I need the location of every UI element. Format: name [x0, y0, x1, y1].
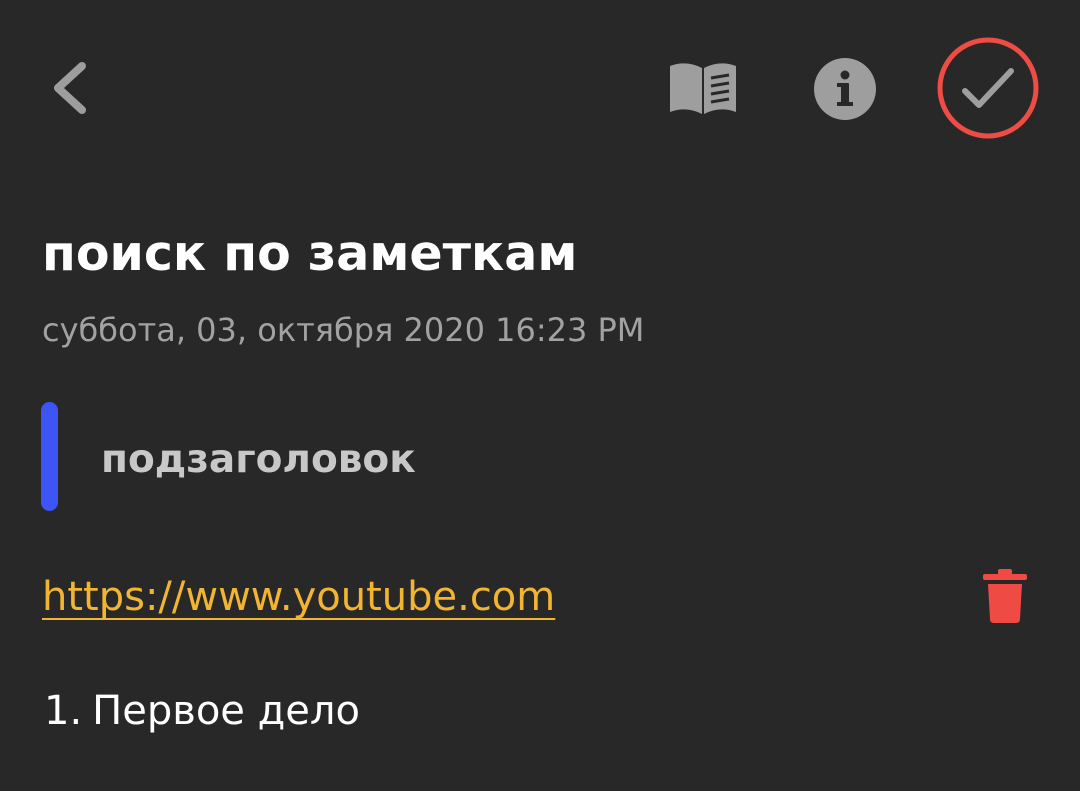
info-icon — [814, 58, 876, 120]
list-item-text: Первое дело — [92, 688, 360, 734]
reader-mode-button[interactable] — [664, 58, 740, 122]
done-button[interactable] — [936, 36, 1040, 140]
back-arrow-icon — [54, 62, 86, 114]
back-button[interactable] — [42, 52, 102, 124]
note-date: суббота, 03, октября 2020 16:23 PM — [42, 311, 645, 349]
list-item-number: 1. — [44, 688, 83, 734]
reader-mode-icon — [670, 63, 736, 114]
delete-link-button[interactable] — [980, 568, 1030, 624]
note-title[interactable]: поиск по заметкам — [42, 220, 577, 288]
note-link[interactable]: https://www.youtube.com — [42, 568, 555, 626]
list-item[interactable]: 1. Первое дело — [44, 683, 360, 739]
checkmark-icon — [937, 37, 1039, 139]
info-button[interactable] — [810, 56, 880, 122]
note-subtitle[interactable]: подзаголовок — [101, 432, 416, 488]
subtitle-accent-bar — [41, 402, 58, 511]
trash-icon — [983, 569, 1027, 623]
